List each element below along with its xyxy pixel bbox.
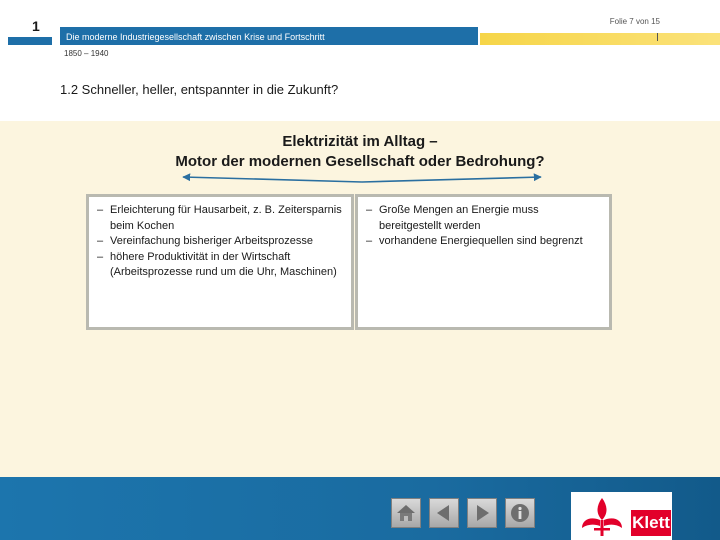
list-item: vorhandene Energiequellen sind begrenzt [362,234,603,250]
section-title: 1.2 Schneller, heller, entspannter in di… [60,82,339,97]
header-accent-bar-left [8,37,52,45]
info-button[interactable] [505,498,535,528]
next-icon [477,505,489,521]
contra-arguments-box: Große Mengen an Energie muss bereitgeste… [355,194,612,330]
klett-lily-icon [582,498,622,536]
chapter-title-bar: Die moderne Industriegesellschaft zwisch… [60,27,478,45]
list-item: Vereinfachung bisheriger Arbeitsprozesse [93,234,345,250]
chapter-number: 1 [32,18,40,34]
chapter-title: Die moderne Industriegesellschaft zwisch… [66,32,325,42]
main-heading-line-1: Elektrizität im Alltag – [282,133,438,150]
date-range: 1850 – 1940 [64,49,109,58]
home-button[interactable] [391,498,421,528]
previous-icon [437,505,449,521]
logo-text: Klett [631,510,671,536]
list-item: Erleichterung für Hausarbeit, z. B. Zeit… [93,203,345,234]
pro-arguments-box: Erleichterung für Hausarbeit, z. B. Zeit… [86,194,354,330]
previous-slide-button[interactable] [429,498,459,528]
list-item: Große Mengen an Energie muss bereitgeste… [362,203,603,234]
arrow-to-right-box [361,173,542,183]
arrow-to-left-box [182,173,363,183]
slide-counter-tick [657,33,658,41]
list-item: höhere Produktivität in der Wirtschaft (… [93,250,345,281]
connector-arrows [182,173,542,183]
next-slide-button[interactable] [467,498,497,528]
header-accent-bar-right [480,33,720,45]
info-icon [511,504,529,522]
slide-counter: Folie 7 von 15 [609,17,660,26]
home-icon [397,505,415,521]
